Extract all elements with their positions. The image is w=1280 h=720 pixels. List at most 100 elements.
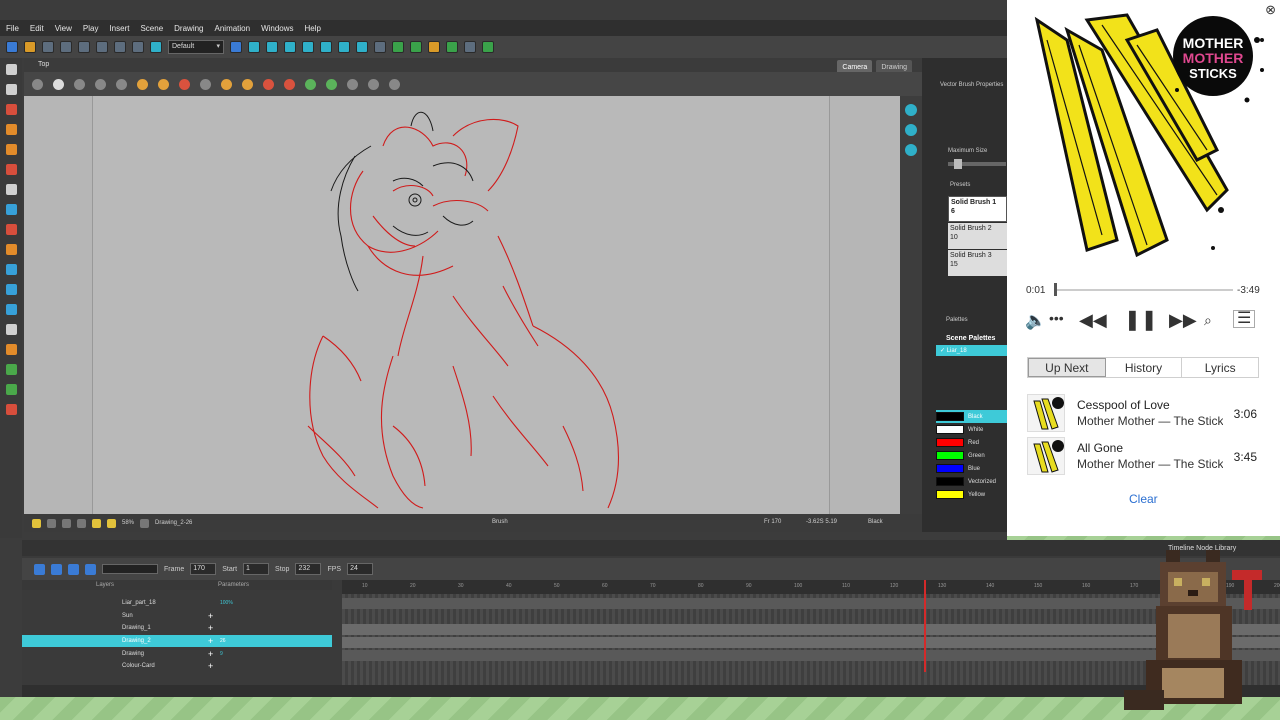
ik-icon[interactable] bbox=[410, 41, 422, 53]
pause-icon[interactable]: ❚❚ bbox=[1124, 310, 1158, 330]
paint-tool-icon[interactable] bbox=[5, 164, 17, 175]
light-table-icon[interactable] bbox=[95, 78, 106, 90]
translate-icon[interactable] bbox=[320, 41, 332, 53]
more-options-icon[interactable]: ••• bbox=[1049, 311, 1064, 325]
colour-swatch-icon[interactable] bbox=[5, 404, 17, 415]
previous-frame-icon[interactable] bbox=[368, 78, 379, 90]
add-drawing-icon[interactable] bbox=[305, 78, 316, 90]
zoom-tool-icon[interactable] bbox=[5, 324, 17, 335]
color-item-red[interactable]: Red bbox=[936, 436, 1007, 449]
stop-field[interactable]: 232 bbox=[295, 563, 322, 575]
morph-icon[interactable] bbox=[428, 41, 440, 53]
stroke-tool-icon[interactable] bbox=[5, 264, 17, 275]
queue-item[interactable]: All Gone Mother Mother — The Sticks 3:45 bbox=[1027, 437, 1267, 477]
add-keyframe-icon[interactable]: + bbox=[208, 611, 213, 621]
progress-bar[interactable] bbox=[1055, 289, 1233, 291]
tab-up-next[interactable]: Up Next bbox=[1028, 358, 1106, 377]
lock-status-icon[interactable] bbox=[107, 518, 116, 528]
speed-slider[interactable] bbox=[102, 564, 158, 574]
render-preview-icon[interactable] bbox=[905, 124, 917, 136]
menu-file[interactable]: File bbox=[6, 24, 19, 33]
play-icon[interactable] bbox=[34, 563, 45, 575]
brush-tool-icon[interactable] bbox=[5, 104, 17, 115]
timeline-scrollbar[interactable] bbox=[22, 685, 1280, 697]
tab-lyrics[interactable]: Lyrics bbox=[1182, 358, 1258, 377]
cut-icon[interactable] bbox=[114, 41, 126, 53]
reposition-tool-icon[interactable] bbox=[5, 364, 17, 375]
contour-editor-icon[interactable] bbox=[5, 84, 17, 95]
next-drawing-icon[interactable] bbox=[284, 78, 295, 90]
queue-item[interactable]: Cesspool of Love Mother Mother — The Sti… bbox=[1027, 394, 1267, 434]
layer-row[interactable]: Drawing +9 bbox=[22, 647, 332, 660]
onion-status-icon[interactable] bbox=[47, 518, 56, 528]
onion-icon[interactable] bbox=[242, 78, 253, 90]
skew-icon[interactable] bbox=[302, 41, 314, 53]
close-icon[interactable]: ⊗ bbox=[1265, 2, 1276, 18]
transform-icon[interactable] bbox=[248, 41, 260, 53]
zoom-level[interactable]: 58% bbox=[122, 520, 134, 526]
bulb-icon[interactable] bbox=[221, 78, 232, 90]
search-icon[interactable]: ⌕ bbox=[1204, 313, 1212, 327]
loop-icon[interactable] bbox=[68, 563, 79, 575]
lock-icon[interactable] bbox=[137, 78, 148, 90]
color-item-yellow[interactable]: Yellow bbox=[936, 488, 1007, 501]
playhead[interactable] bbox=[924, 580, 926, 672]
add-keyframe-icon[interactable]: + bbox=[208, 636, 213, 646]
color-item-green[interactable]: Green bbox=[936, 449, 1007, 462]
bulb-status-icon[interactable] bbox=[32, 518, 41, 528]
layer-row[interactable]: Drawing_2 +26 bbox=[22, 634, 332, 648]
fps-field[interactable]: 24 bbox=[347, 563, 374, 575]
arrow-icon[interactable] bbox=[32, 78, 43, 90]
duplicate-drawing-icon[interactable] bbox=[326, 78, 337, 90]
lightning-icon[interactable] bbox=[92, 518, 101, 528]
add-keyframe-icon[interactable]: + bbox=[208, 649, 213, 659]
clear-queue-button[interactable]: Clear bbox=[1129, 492, 1158, 506]
drawing-stage[interactable] bbox=[24, 96, 900, 514]
rotate-view-icon[interactable] bbox=[5, 344, 17, 355]
paste-icon[interactable] bbox=[150, 41, 162, 53]
rotate-icon[interactable] bbox=[266, 41, 278, 53]
layer-row[interactable]: Drawing_1 + bbox=[22, 622, 332, 635]
palette-item-liar-18[interactable]: ✓ Liar_18 bbox=[936, 345, 1007, 356]
peg-icon[interactable] bbox=[446, 41, 458, 53]
cell-icon[interactable] bbox=[347, 78, 358, 90]
menu-play[interactable]: Play bbox=[83, 24, 99, 33]
spline-offset-icon[interactable] bbox=[356, 41, 368, 53]
menu-windows[interactable]: Windows bbox=[261, 24, 293, 33]
volume-icon[interactable]: 🔈 bbox=[1025, 312, 1046, 329]
bone-icon[interactable] bbox=[374, 41, 386, 53]
progress-knob[interactable] bbox=[1054, 283, 1057, 296]
layer-row[interactable]: Colour-Card + bbox=[22, 660, 332, 673]
workspace-icon[interactable] bbox=[230, 41, 242, 53]
preset-item[interactable]: Solid Brush 2 10 bbox=[948, 223, 1007, 249]
gear-icon[interactable] bbox=[53, 78, 64, 90]
save-icon[interactable] bbox=[42, 41, 54, 53]
frame-field[interactable]: 170 bbox=[190, 563, 217, 575]
wheel-icon[interactable] bbox=[140, 518, 150, 528]
next-track-icon[interactable]: ▶▶ bbox=[1169, 311, 1197, 329]
shape-tool-icon[interactable] bbox=[5, 204, 17, 215]
queue-list-icon[interactable]: ☰ bbox=[1233, 310, 1256, 328]
menu-drawing[interactable]: Drawing bbox=[174, 24, 203, 33]
next-frame-icon[interactable] bbox=[389, 78, 400, 90]
deform-icon[interactable] bbox=[392, 41, 404, 53]
pen-icon[interactable] bbox=[179, 78, 190, 90]
add-keyframe-icon[interactable]: + bbox=[208, 623, 213, 633]
eye-icon[interactable] bbox=[905, 104, 917, 116]
max-size-slider[interactable] bbox=[948, 159, 1006, 169]
menu-animation[interactable]: Animation bbox=[215, 24, 251, 33]
previous-drawing-icon[interactable] bbox=[263, 78, 274, 90]
tab-history[interactable]: History bbox=[1106, 358, 1183, 377]
reset-view-icon[interactable] bbox=[905, 144, 917, 156]
flip-icon[interactable] bbox=[116, 78, 127, 90]
copy-icon[interactable] bbox=[132, 41, 144, 53]
pencil-icon[interactable] bbox=[200, 78, 211, 90]
workspace-select[interactable]: Default bbox=[168, 40, 224, 54]
previous-track-icon[interactable]: ◀◀ bbox=[1079, 311, 1107, 329]
add-keyframe-icon[interactable]: + bbox=[208, 661, 213, 671]
open-icon[interactable] bbox=[24, 41, 36, 53]
ink-tool-icon[interactable] bbox=[5, 224, 17, 235]
menu-help[interactable]: Help bbox=[305, 24, 321, 33]
line-tool-icon[interactable] bbox=[5, 384, 17, 395]
dropper-tool-icon[interactable] bbox=[5, 244, 17, 255]
